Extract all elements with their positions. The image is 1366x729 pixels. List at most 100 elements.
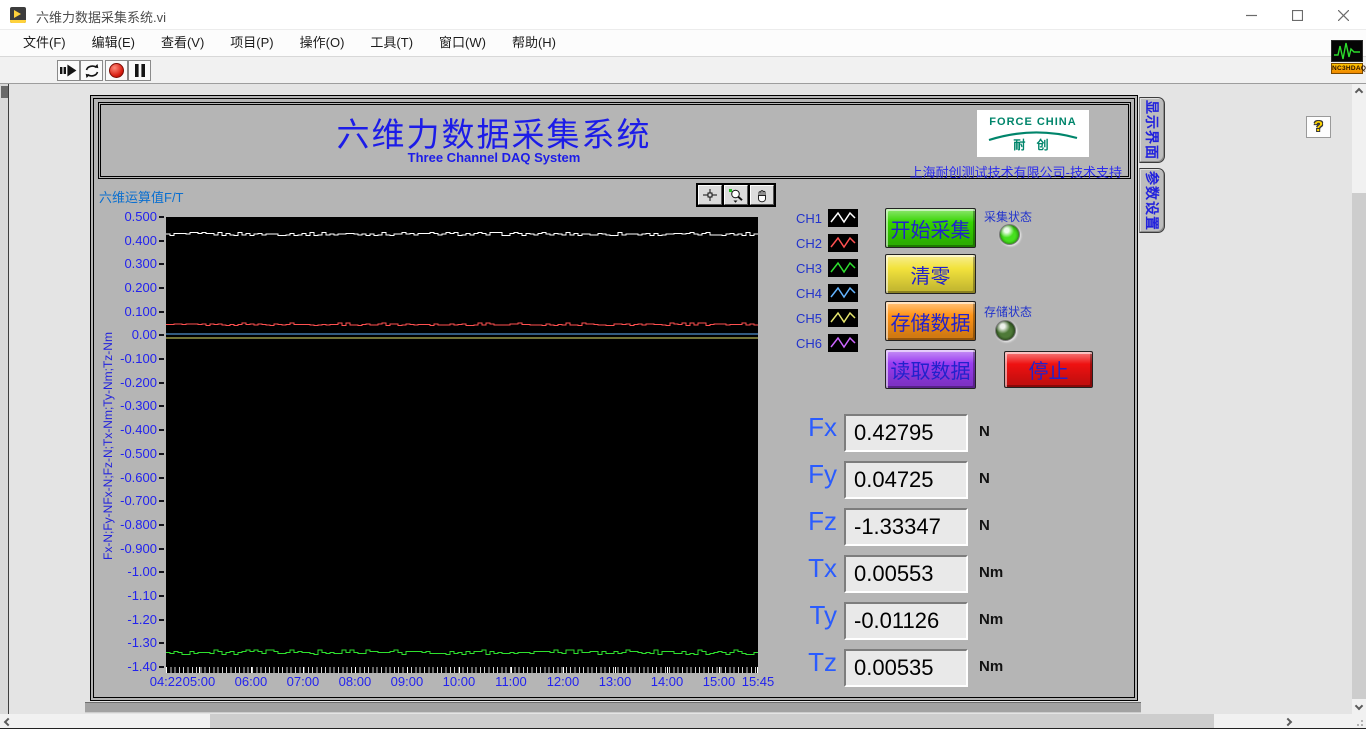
legend-item[interactable]: CH4: [796, 284, 876, 304]
menu-item[interactable]: 操作(O): [287, 30, 358, 56]
y-tick: [159, 476, 164, 479]
menu-item[interactable]: 编辑(E): [79, 30, 148, 56]
y-tick-label: -0.700: [120, 493, 157, 509]
cursor-tool-button[interactable]: [698, 185, 722, 205]
y-tick: [159, 547, 164, 550]
tab-display-interface[interactable]: 显示界面: [1139, 97, 1165, 163]
legend-channel-label: CH1: [796, 211, 823, 226]
resize-grip[interactable]: [1352, 714, 1366, 729]
run-continuous-button[interactable]: [80, 60, 103, 81]
x-tick-label: 06:00: [234, 674, 268, 689]
vi-icon-label: NC3HDAQ: [1331, 63, 1366, 74]
scroll-left-button[interactable]: [0, 714, 16, 729]
title-bar: 六维力数据采集系统.vi: [0, 0, 1366, 30]
y-tick-label: -0.900: [120, 540, 157, 556]
horizontal-scrollbar[interactable]: [0, 714, 1352, 729]
x-tick-label: 04:22: [149, 674, 183, 689]
panel-scrollbar-thumb[interactable]: [85, 702, 1141, 713]
menu-item[interactable]: 查看(V): [148, 30, 217, 56]
store-status-label: 存储状态: [984, 305, 1033, 319]
pause-button[interactable]: [128, 60, 151, 81]
menu-item[interactable]: 文件(F): [10, 30, 79, 56]
minimize-button[interactable]: [1228, 0, 1274, 30]
y-tick-label: -1.20: [127, 611, 157, 627]
maximize-button[interactable]: [1274, 0, 1320, 30]
x-axis-ticks: [166, 667, 758, 673]
maximize-icon: [1291, 9, 1303, 21]
run-button[interactable]: [57, 60, 80, 81]
labview-app-icon: [10, 7, 26, 23]
y-tick-label: 0.300: [124, 256, 157, 272]
close-button[interactable]: [1320, 0, 1366, 30]
legend-item[interactable]: CH2: [796, 234, 876, 254]
y-tick: [159, 287, 164, 290]
acquire-status-led: [999, 224, 1020, 245]
vertical-scrollbar-thumb[interactable]: [1352, 193, 1366, 699]
company-logo: FORCE CHINA 耐 创: [977, 110, 1089, 157]
readout-value: -0.01126: [844, 602, 968, 640]
store-button-label: 存储数据: [890, 312, 971, 335]
run-icon: [60, 64, 77, 77]
y-tick-label: -0.500: [120, 445, 157, 461]
legend-channel-label: CH6: [796, 336, 823, 351]
crosshair-icon: [703, 189, 717, 201]
x-tick: [166, 667, 167, 673]
scroll-down-button[interactable]: [1352, 698, 1366, 714]
menu-item[interactable]: 项目(P): [217, 30, 286, 56]
menu-item[interactable]: 帮助(H): [499, 30, 569, 56]
x-tick-label: 05:00: [182, 674, 216, 689]
plot-legend: CH1 CH2 CH3 CH4 CH5 CH6: [796, 209, 876, 364]
y-tick: [159, 642, 164, 645]
abort-button[interactable]: [105, 60, 128, 81]
y-tick: [159, 381, 164, 384]
y-tick-label: -0.400: [120, 422, 157, 438]
context-help-button[interactable]: ?: [1306, 116, 1331, 138]
x-tick-label: 09:00: [390, 674, 424, 689]
stop-button[interactable]: 停止: [1004, 351, 1093, 388]
chevron-right-icon: [1283, 717, 1293, 726]
y-tick-label: 0.100: [124, 303, 157, 319]
legend-item[interactable]: CH5: [796, 309, 876, 329]
legend-item[interactable]: CH1: [796, 209, 876, 229]
waveform-plot-area[interactable]: [166, 217, 758, 667]
store-data-button[interactable]: 存储数据: [885, 301, 976, 341]
readout-value: 0.42795: [844, 414, 968, 452]
legend-swatch-icon: [828, 259, 858, 277]
horizontal-scrollbar-thumb[interactable]: [210, 714, 1214, 729]
logo-text-force-china: FORCE CHINA: [989, 116, 1077, 128]
start-acquisition-button[interactable]: 开始采集: [885, 208, 976, 248]
header-decoration: 六维力数据采集系统 Three Channel DAQ System FORCE…: [98, 102, 1131, 180]
labview-window: { "window": { "title": "六维力数据采集系统.vi" },…: [0, 0, 1366, 729]
zero-button[interactable]: 清零: [885, 254, 976, 294]
y-tick-label: 0.00: [131, 327, 157, 343]
readout-unit: N: [979, 423, 990, 440]
readout-label: Fz: [808, 506, 837, 536]
zoom-icon: [729, 188, 743, 203]
legend-item[interactable]: CH6: [796, 334, 876, 354]
x-tick-label: 08:00: [338, 674, 372, 689]
read-data-button[interactable]: 读取数据: [885, 349, 976, 389]
zoom-tool-button[interactable]: [724, 185, 748, 205]
graph-title: 六维运算值F/T: [99, 190, 184, 205]
stop-button-label: 停止: [1028, 361, 1069, 383]
readout-unit: Nm: [979, 564, 1004, 581]
tab-parameter-settings[interactable]: 参数设置: [1139, 168, 1165, 233]
readout-unit: Nm: [979, 658, 1004, 675]
menu-item[interactable]: 工具(T): [357, 30, 426, 56]
panel-left-nub: [1, 86, 8, 98]
x-tick: [666, 667, 668, 673]
vertical-scrollbar[interactable]: [1352, 84, 1366, 714]
tab-display-label: 显示界面: [1144, 100, 1160, 160]
x-tick-label: 11:00: [495, 674, 527, 689]
y-tick-label: -1.30: [127, 635, 157, 651]
pan-tool-button[interactable]: [750, 185, 774, 205]
readout-unit: N: [979, 517, 990, 534]
menu-item[interactable]: 窗口(W): [426, 30, 499, 56]
y-tick-label: -1.10: [127, 587, 157, 603]
scroll-up-button[interactable]: [1352, 84, 1366, 100]
scroll-right-button[interactable]: [1280, 714, 1296, 729]
read-button-label: 读取数据: [890, 360, 971, 383]
y-tick: [159, 429, 164, 432]
legend-item[interactable]: CH3: [796, 259, 876, 279]
close-icon: [1337, 9, 1349, 21]
